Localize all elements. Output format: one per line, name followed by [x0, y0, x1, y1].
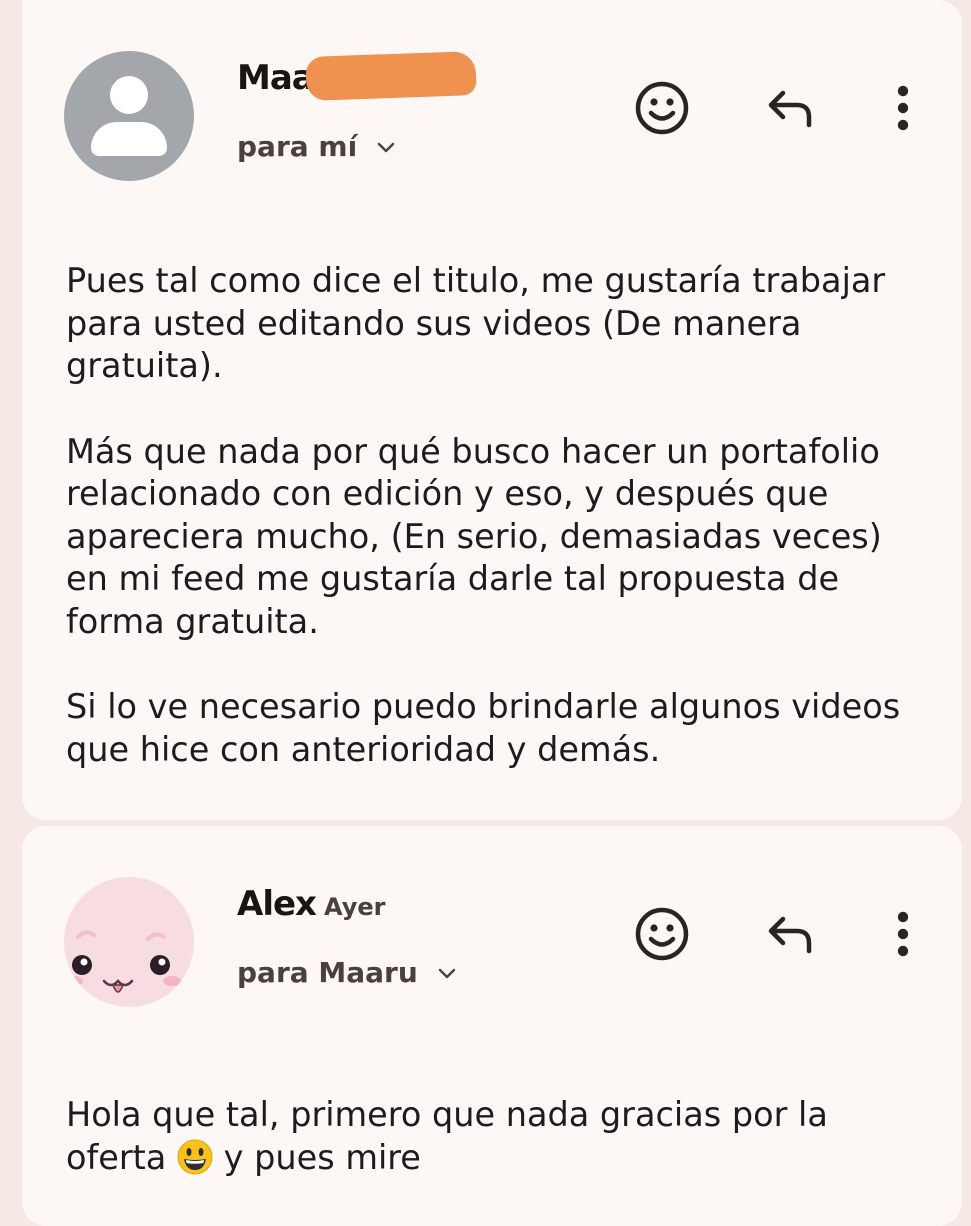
- more-options-button[interactable]: [873, 78, 933, 138]
- grinning-face-emoji-icon: [177, 1139, 213, 1174]
- more-options-button[interactable]: [873, 904, 933, 964]
- paragraph-3: Si lo ve necesario puedo brindarle algun…: [66, 687, 901, 769]
- redaction-mark: [305, 51, 477, 101]
- sender-avatar-person-icon[interactable]: [64, 51, 194, 181]
- sender-name: Alex Ayer: [237, 884, 385, 924]
- paragraph-2: Más que nada por qué busco hacer un port…: [66, 431, 882, 641]
- sender-name-text: Alex: [237, 884, 317, 924]
- chevron-down-icon: [377, 142, 395, 152]
- paragraph-1: Hola que tal, primero que nada gracias p…: [66, 1094, 936, 1179]
- bunny-avatar-icon: [64, 877, 194, 1007]
- recipient-dropdown[interactable]: para mí: [237, 130, 395, 163]
- message-body: Pues tal como dice el titulo, me gustarí…: [66, 260, 936, 814]
- avatar-head: [110, 76, 148, 114]
- more-vert-icon: [897, 911, 909, 957]
- message-card-1[interactable]: Maa para mí Pues tal como dice el titulo…: [22, 0, 962, 820]
- reply-button[interactable]: [760, 78, 820, 138]
- chevron-down-icon: [438, 968, 455, 978]
- message-time: Ayer: [323, 893, 386, 921]
- message-body: Hola que tal, primero que nada gracias p…: [66, 1094, 936, 1222]
- body-text-after-emoji: y pues mire: [213, 1137, 421, 1177]
- emoji-reaction-icon: [635, 81, 689, 135]
- recipient-dropdown[interactable]: para Maaru: [237, 956, 456, 989]
- recipient-label: para mí: [237, 130, 358, 163]
- avatar-shoulders: [91, 122, 167, 156]
- more-vert-icon: [897, 85, 909, 131]
- reply-button[interactable]: [760, 904, 820, 964]
- sender-avatar-bunny[interactable]: [64, 877, 194, 1007]
- reply-icon: [768, 90, 812, 128]
- sender-name: Maa: [237, 58, 315, 98]
- reply-icon: [768, 916, 812, 954]
- recipient-label: para Maaru: [237, 956, 418, 989]
- emoji-reaction-button[interactable]: [632, 78, 692, 138]
- emoji-reaction-button[interactable]: [632, 904, 692, 964]
- paragraph-1: Pues tal como dice el titulo, me gustarí…: [66, 261, 886, 385]
- message-card-2[interactable]: Alex Ayer para Maaru Hola que tal, primer…: [22, 826, 962, 1226]
- emoji-reaction-icon: [635, 907, 689, 961]
